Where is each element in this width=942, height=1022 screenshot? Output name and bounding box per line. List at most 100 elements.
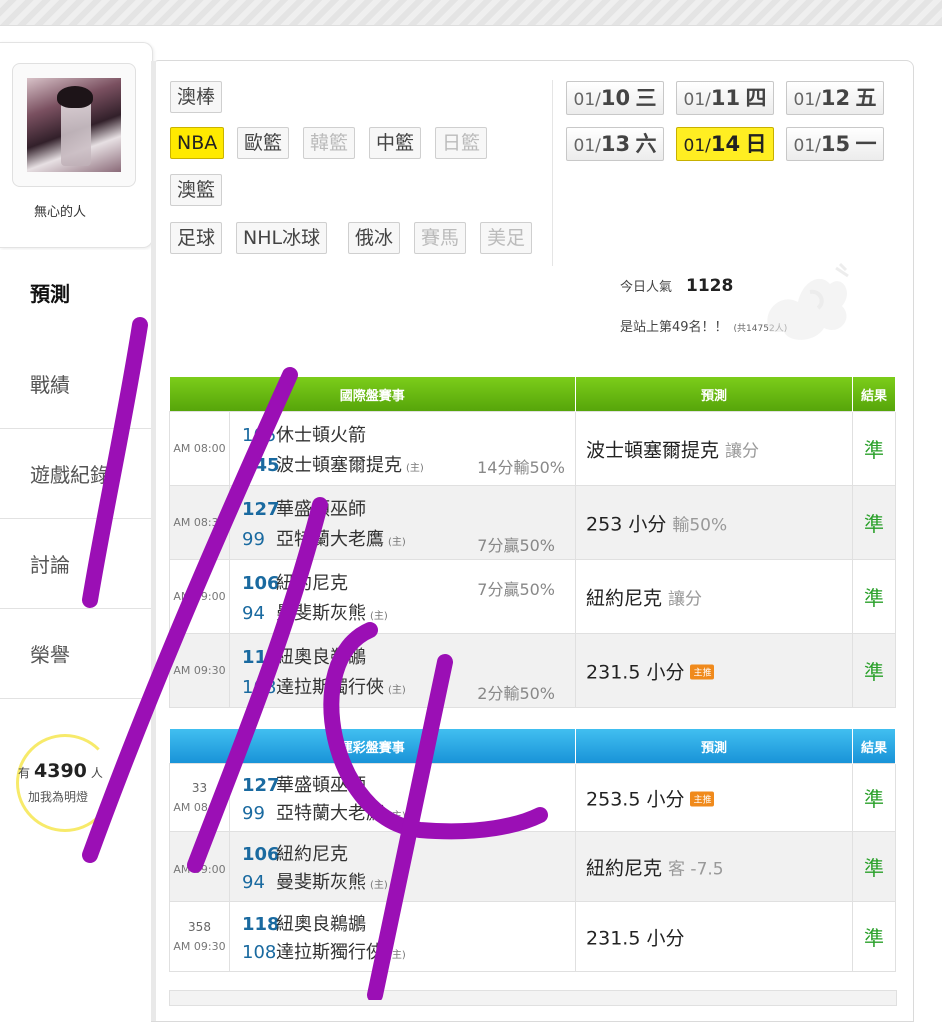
table-row[interactable]: AM 09:00 106紐約尼克 94 曼斐斯灰熊 (主) 紐約尼克客 -7.5 準 (169, 831, 897, 902)
sidebar-nav: 預測 戰績 遊戲紀錄 討論 榮譽 (0, 250, 152, 699)
game-matchup: 118紐奧良鵜鶘 108達拉斯獨行俠 (主) (228, 901, 577, 972)
table-row[interactable]: 358 AM 09:30 118紐奧良鵜鶘 108達拉斯獨行俠 (主) 231.5 … (169, 901, 897, 972)
game-time: 33 AM 08:30 (169, 763, 230, 832)
home-team: 108達拉斯獨行俠 (主) (242, 677, 406, 698)
game-time: AM 09:30 (169, 633, 230, 708)
game-time: AM 09:00 (169, 559, 230, 634)
home-team: 94 曼斐斯灰熊 (主) (242, 603, 388, 624)
table-header-result: 結果 (852, 729, 897, 764)
game-time: AM 08:00 (169, 411, 230, 486)
game-matchup: 106紐約尼克 94 曼斐斯灰熊 (主) (228, 831, 577, 902)
sidebar-item-honor[interactable]: 榮譽 (0, 609, 152, 699)
result-cell: 準 (852, 763, 897, 832)
table-header-events: 運彩盤賽事 (169, 729, 577, 764)
game-matchup: 118紐奧良鵜鶘 108達拉斯獨行俠 (主) 2分輸50% (228, 633, 577, 708)
result-cell: 準 (852, 901, 897, 972)
top-banner-strip (0, 0, 942, 30)
username[interactable]: 無心的人 (0, 201, 120, 220)
sidebar-item-prediction[interactable]: 預測 (0, 250, 152, 339)
sport-tag-russia-hockey[interactable]: 俄冰 (348, 222, 401, 254)
game-time: AM 08:30 (169, 485, 230, 560)
sport-lottery-games-table: 運彩盤賽事 預測 結果 33 AM 08:30 127華盛頓巫師 99 亞特蘭大老鷹… (169, 729, 897, 972)
home-team: 108達拉斯獨行俠 (主) (242, 942, 406, 963)
result-cell: 準 (852, 485, 897, 560)
next-table-header-edge (169, 990, 897, 1006)
sport-tag-korea-basketball[interactable]: 韓籃 (303, 127, 356, 159)
table-row[interactable]: AM 09:30 118紐奧良鵜鶘 108達拉斯獨行俠 (主) 2分輸50% 23… (169, 633, 897, 708)
follower-count: 有 4390 人 (18, 760, 103, 782)
away-team: 118紐奧良鵜鶘 (242, 647, 366, 668)
prediction-cell: 波士頓塞爾提克 讓分 (575, 411, 854, 486)
avatar[interactable] (12, 63, 136, 187)
table-row[interactable]: AM 08:30 127華盛頓巫師 99 亞特蘭大老鷹 (主) 7分贏50% 253… (169, 485, 897, 560)
sport-tag-china-basketball[interactable]: 中籃 (369, 127, 422, 159)
away-team: 106紐約尼克 (242, 844, 348, 865)
follow-widget[interactable]: 有 4390 人 加我為明燈 (10, 730, 138, 834)
sport-tag-horse-racing[interactable]: 賽馬 (414, 222, 467, 254)
away-team: 118紐奧良鵜鶘 (242, 914, 366, 935)
result-cell: 準 (852, 411, 897, 486)
sport-tag-nhl[interactable]: NHL冰球 (236, 222, 328, 254)
table-header-result: 結果 (852, 377, 897, 412)
handicap-result: 7分贏50% (477, 536, 556, 555)
away-team: 105休士頓火箭 (242, 425, 366, 446)
handicap-result: 7分贏50% (477, 580, 556, 599)
mascot-watermark-icon (767, 262, 849, 340)
prediction-cell: 紐約尼克客 -7.5 (575, 831, 854, 902)
home-team: 145波士頓塞爾提克 (主) (242, 455, 424, 476)
prediction-cell: 253.5 小分 主推 (575, 763, 854, 832)
date-button-0113[interactable]: 01/13 六 (566, 127, 664, 161)
date-button-0112[interactable]: 01/12 五 (786, 81, 884, 115)
table-header-prediction: 預測 (575, 729, 854, 764)
prediction-cell: 253 小分 輸50% (575, 485, 854, 560)
divider (552, 80, 553, 266)
sidebar-item-label: 預測 (30, 282, 70, 306)
home-team: 99 亞特蘭大老鷹 (主) (242, 529, 406, 550)
sport-tag-japan-basketball[interactable]: 日籃 (435, 127, 488, 159)
date-button-0110[interactable]: 01/10 三 (566, 81, 664, 115)
sidebar-item-discussion[interactable]: 討論 (0, 519, 152, 609)
date-button-0114[interactable]: 01/14 日 (676, 127, 774, 161)
date-button-0115[interactable]: 01/15 一 (786, 127, 884, 161)
sidebar-item-record[interactable]: 戰績 (0, 339, 152, 429)
game-time: 358 AM 09:30 (169, 901, 230, 972)
away-team: 106紐約尼克 (242, 573, 348, 594)
sport-tag-american-football[interactable]: 美足 (480, 222, 533, 254)
handicap-result: 2分輸50% (477, 684, 556, 703)
sidebar-item-label: 戰績 (30, 373, 70, 397)
table-row[interactable]: AM 08:00 105休士頓火箭 145波士頓塞爾提克 (主) 14分輸50% … (169, 411, 897, 486)
result-cell: 準 (852, 831, 897, 902)
game-matchup: 127華盛頓巫師 99 亞特蘭大老鷹 (主) (228, 763, 577, 832)
home-team: 99 亞特蘭大老鷹 (主) (242, 803, 406, 824)
sport-tag-nba[interactable]: NBA (170, 127, 225, 159)
international-games-table: 國際盤賽事 預測 結果 AM 08:00 105休士頓火箭 145波士頓塞爾提克… (169, 377, 897, 708)
featured-badge: 主推 (690, 791, 715, 806)
sport-tag-soccer[interactable]: 足球 (170, 222, 223, 254)
home-team: 94 曼斐斯灰熊 (主) (242, 872, 388, 893)
date-button-0111[interactable]: 01/11 四 (676, 81, 774, 115)
away-team: 127華盛頓巫師 (242, 499, 366, 520)
handicap-result: 14分輸50% (477, 458, 566, 477)
follow-button-label[interactable]: 加我為明燈 (28, 788, 88, 805)
sport-tag-euro-basketball[interactable]: 歐籃 (237, 127, 290, 159)
popularity-stat: 今日人氣 1128 (620, 276, 734, 296)
game-matchup: 105休士頓火箭 145波士頓塞爾提克 (主) 14分輸50% (228, 411, 577, 486)
sport-tag-australia-basketball[interactable]: 澳籃 (170, 174, 223, 206)
sport-tag-australian-baseball[interactable]: 澳棒 (170, 81, 223, 113)
follow-ring (16, 734, 114, 832)
table-row[interactable]: AM 09:00 106紐約尼克 94 曼斐斯灰熊 (主) 7分贏50% 紐約尼克讓… (169, 559, 897, 634)
game-time: AM 09:00 (169, 831, 230, 902)
table-header-events: 國際盤賽事 (169, 377, 577, 412)
sidebar-item-label: 討論 (30, 553, 70, 577)
sidebar-item-label: 遊戲紀錄 (30, 463, 110, 487)
table-header-prediction: 預測 (575, 377, 854, 412)
away-team: 127華盛頓巫師 (242, 775, 366, 796)
sidebar-item-game-history[interactable]: 遊戲紀錄 (0, 429, 152, 519)
table-row[interactable]: 33 AM 08:30 127華盛頓巫師 99 亞特蘭大老鷹 (主) 253.5 小分… (169, 763, 897, 832)
avatar-image (27, 78, 121, 172)
result-cell: 準 (852, 559, 897, 634)
featured-badge: 主推 (690, 664, 715, 679)
game-matchup: 127華盛頓巫師 99 亞特蘭大老鷹 (主) 7分贏50% (228, 485, 577, 560)
result-cell: 準 (852, 633, 897, 708)
profile-card: 無心的人 (0, 42, 153, 248)
